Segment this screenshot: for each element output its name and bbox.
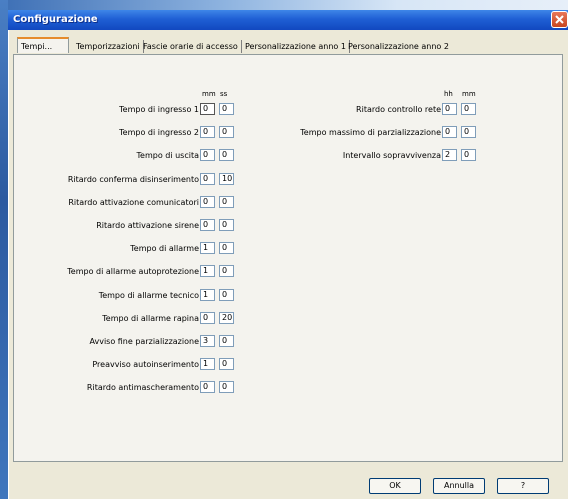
tab-fascie-orarie[interactable]: Fascie orarie di accesso xyxy=(140,40,242,53)
value-input-second[interactable]: 0 xyxy=(219,195,234,208)
value-input-second[interactable]: 0 xyxy=(461,126,476,139)
value-input-first[interactable]: 0 xyxy=(200,311,215,324)
ok-button[interactable]: OK xyxy=(369,478,421,494)
value-input-second[interactable]: 0 xyxy=(219,126,234,139)
tab-tempi[interactable]: Tempi... xyxy=(17,37,69,53)
value-input-first[interactable]: 0 xyxy=(200,219,215,231)
value-input-first[interactable]: 3 xyxy=(200,335,215,347)
field-label: Tempo di allarme xyxy=(130,244,199,254)
column-header-ss: ss xyxy=(220,90,228,98)
field-label: Avviso fine parzializzazione xyxy=(89,337,199,346)
value-input-first[interactable]: 0 xyxy=(200,195,215,208)
value-input-first[interactable]: 0 xyxy=(200,126,215,139)
value-input-first[interactable]: 1 xyxy=(200,288,215,301)
window-title: Configurazione xyxy=(13,14,98,25)
value-input-second[interactable]: 0 xyxy=(219,381,234,394)
field-label: Ritardo conferma disinserimento xyxy=(67,174,199,184)
field-label: Tempo di allarme tecnico xyxy=(98,290,199,300)
value-input-first[interactable]: 0 xyxy=(200,149,215,162)
tab-label: Temporizzazioni xyxy=(76,42,140,51)
tab-temporizzazioni[interactable]: Temporizzazioni xyxy=(73,40,144,53)
field-label: Ritardo attivazione comunicatori xyxy=(68,197,199,207)
title-bar[interactable]: Configurazione xyxy=(8,10,568,30)
field-label: Tempo di ingresso 1 xyxy=(119,105,199,114)
desktop-edge xyxy=(0,0,8,499)
value-input-first[interactable]: 0 xyxy=(200,381,215,394)
field-label: Tempo di allarme autoprotezione xyxy=(67,267,199,277)
tab-label: Personalizzazione anno 1 xyxy=(245,42,346,51)
field-label: Tempo di allarme rapina xyxy=(102,313,199,323)
value-input-second[interactable]: 0 xyxy=(219,103,234,115)
tempi-panel: mm ss hh mm Tempo di ingresso 1 0 0 Tempo d… xyxy=(13,54,563,462)
field-label: Intervallo sopravvivenza xyxy=(342,151,441,161)
tab-personalizzazione-anno-1[interactable]: Personalizzazione anno 1 xyxy=(242,40,350,53)
cancel-button[interactable]: Annulla xyxy=(433,478,485,494)
value-input-second[interactable]: 0 xyxy=(461,103,476,115)
value-input-first[interactable]: 0 xyxy=(200,172,215,185)
column-header-mm-right: mm xyxy=(462,90,476,98)
value-input-first[interactable]: 2 xyxy=(442,149,457,162)
value-input-second[interactable]: 0 xyxy=(219,335,234,347)
value-input-first[interactable]: 1 xyxy=(200,358,215,371)
tab-label: Tempi... xyxy=(21,42,53,51)
value-input-second[interactable]: 20 xyxy=(219,311,234,324)
field-label: Ritardo attivazione sirene xyxy=(96,221,199,230)
value-input-second[interactable]: 0 xyxy=(461,149,476,162)
value-input-second[interactable]: 0 xyxy=(219,288,234,301)
tab-strip: Tempi... Temporizzazioni Fascie orarie d… xyxy=(13,37,563,54)
field-label: Tempo massimo di parzializzazione xyxy=(300,128,441,138)
value-input-first[interactable]: 1 xyxy=(200,265,215,278)
tab-label: Personalizzazione anno 2 xyxy=(348,42,449,51)
tab-label: Fascie orarie di accesso xyxy=(143,42,238,51)
desktop-background xyxy=(0,0,568,10)
field-label: Preavviso autoinserimento xyxy=(92,360,199,370)
value-input-second[interactable]: 0 xyxy=(219,358,234,371)
field-label: Tempo di ingresso 2 xyxy=(119,128,199,138)
value-input-first[interactable]: 0 xyxy=(200,103,215,115)
configuration-dialog: Configurazione Tempi... Temporizzazioni … xyxy=(8,10,568,499)
field-label: Ritardo antimascheramento xyxy=(86,383,199,393)
value-input-first[interactable]: 0 xyxy=(442,126,457,139)
value-input-first[interactable]: 0 xyxy=(442,103,457,115)
tab-personalizzazione-anno-2[interactable]: Personalizzazione anno 2 xyxy=(345,40,452,53)
value-input-second[interactable]: 0 xyxy=(219,242,234,255)
value-input-second[interactable]: 0 xyxy=(219,219,234,231)
value-input-second[interactable]: 0 xyxy=(219,149,234,162)
close-icon xyxy=(555,15,564,24)
value-input-first[interactable]: 1 xyxy=(200,242,215,255)
column-header-mm: mm xyxy=(202,90,216,98)
close-button[interactable] xyxy=(551,11,568,28)
value-input-second[interactable]: 0 xyxy=(219,265,234,278)
field-label: Ritardo controllo rete xyxy=(356,105,441,114)
help-button[interactable]: ? xyxy=(497,478,549,494)
value-input-second[interactable]: 10 xyxy=(219,172,234,185)
column-header-hh: hh xyxy=(444,90,453,98)
field-label: Tempo di uscita xyxy=(136,151,200,161)
